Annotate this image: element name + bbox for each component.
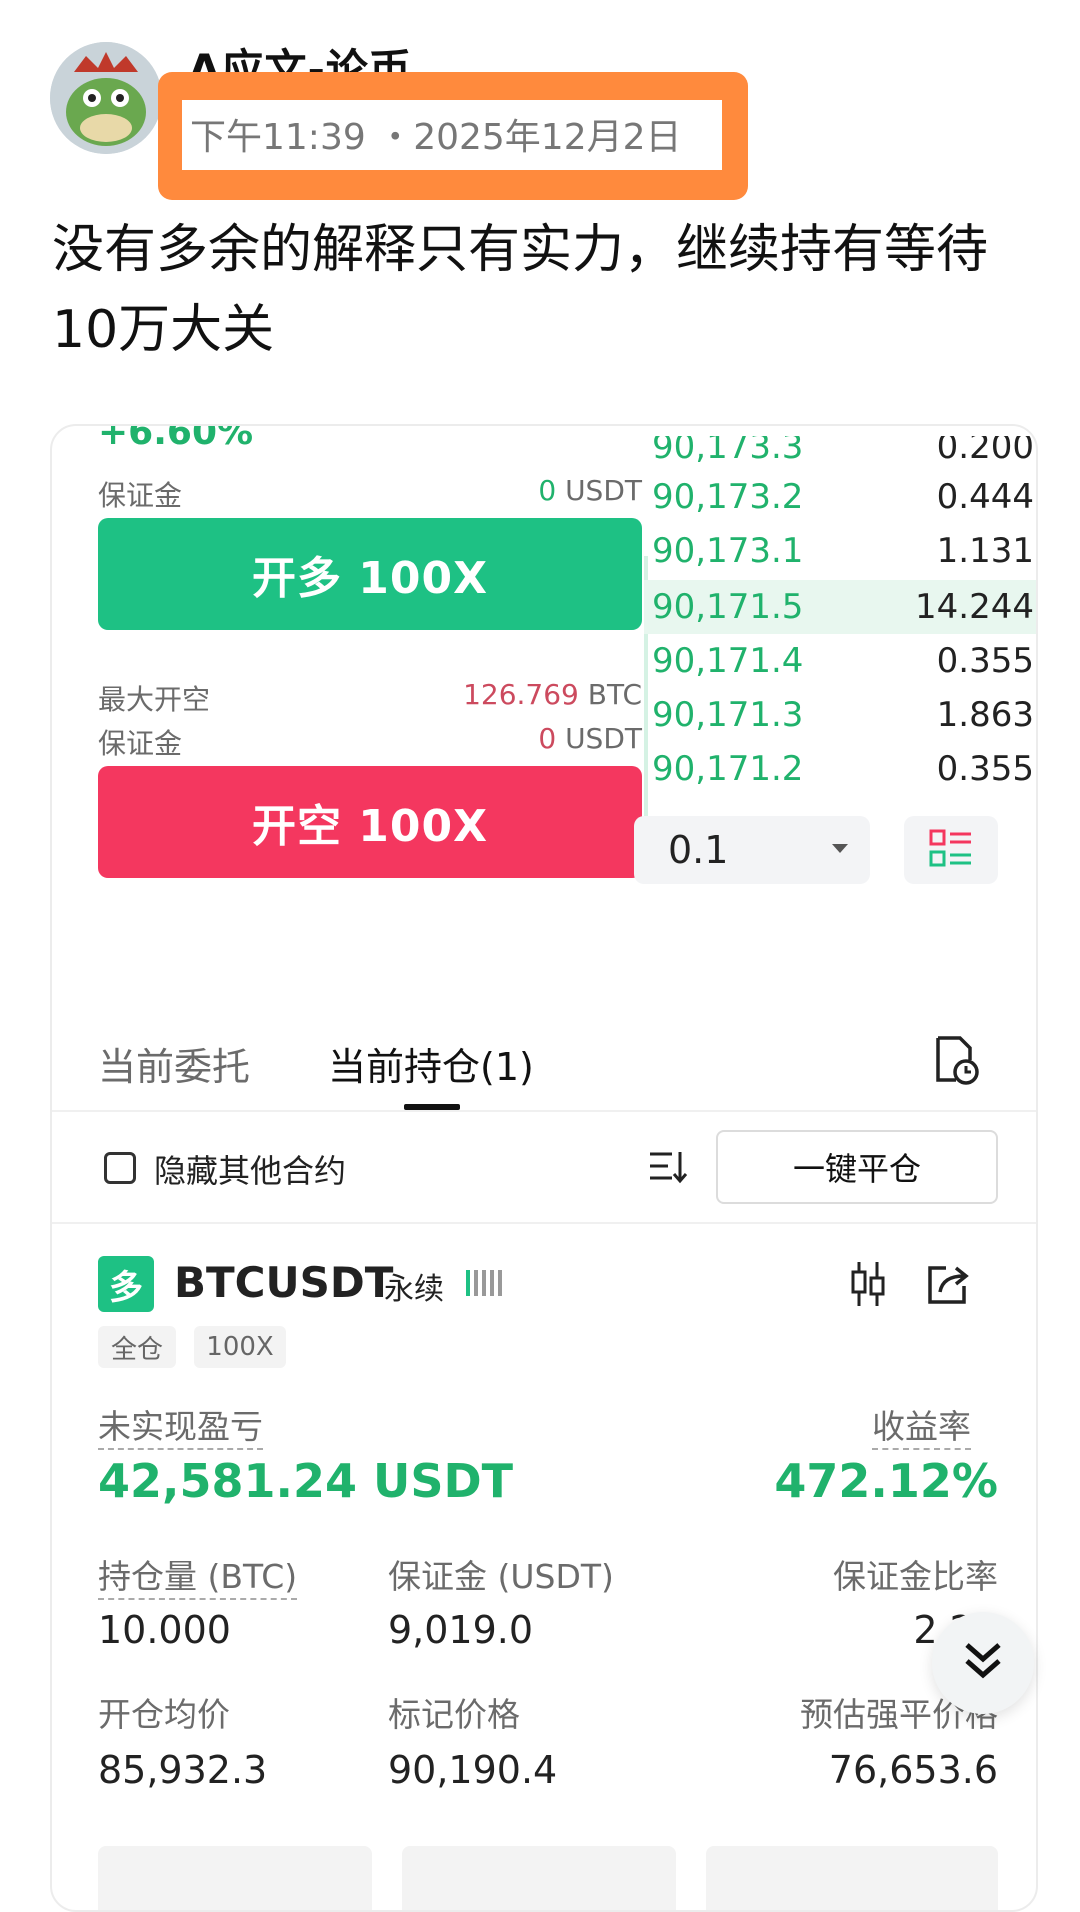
orderbook-row[interactable]: 90,171.3 1.863 <box>644 688 1036 742</box>
roi-label[interactable]: 收益率 <box>872 1400 971 1450</box>
mark-price-label: 标记价格 <box>388 1695 520 1734</box>
entry-price-value: 85,932.3 <box>98 1748 268 1792</box>
depth-select-value: 0.1 <box>668 828 729 872</box>
trade-screenshot-card: +6.60% 保证金 0 USDT 开多 100X 最大开空 126.769 B… <box>50 424 1038 1912</box>
long-margin-value: 0 USDT <box>538 474 642 507</box>
orderbook-layout-button[interactable] <box>904 816 998 884</box>
price-change: +6.60% <box>98 424 254 453</box>
position-size-label[interactable]: 持仓量 (BTC) <box>98 1550 298 1600</box>
signal-bars-icon <box>464 1268 504 1304</box>
long-margin-label: 保证金 <box>98 479 183 512</box>
grid-list-icon <box>929 828 973 872</box>
long-badge: 多 <box>98 1256 154 1312</box>
short-margin-label: 保证金 <box>98 727 183 760</box>
share-icon[interactable] <box>926 1262 970 1310</box>
margin-mode-chip: 全仓 <box>98 1326 176 1368</box>
chevron-down-icon <box>830 841 850 860</box>
position-action-button[interactable] <box>402 1846 676 1910</box>
unrealized-pnl-value: 42,581.24 USDT <box>98 1454 514 1508</box>
post-timestamp: 下午11:39 ・2025年12月2日 <box>190 117 682 158</box>
post-text: 没有多余的解释只有实力，继续持有等待10万大关 <box>52 220 989 360</box>
orderbook-mask <box>644 426 1036 436</box>
margin-value: 9,019.0 <box>388 1608 534 1652</box>
leverage-chip: 100X <box>194 1326 286 1368</box>
sort-icon[interactable] <box>648 1148 688 1188</box>
divider <box>52 1110 1036 1112</box>
contract-type: 永续 <box>384 1272 444 1307</box>
avatar[interactable] <box>50 42 162 154</box>
liquidation-price-value: 76,653.6 <box>828 1748 998 1792</box>
margin-label: 保证金 (USDT) <box>388 1557 614 1596</box>
max-short-value: 126.769 BTC <box>463 678 642 711</box>
open-short-button[interactable]: 开空 100X <box>98 766 642 878</box>
roi-value: 472.12% <box>774 1454 998 1508</box>
unrealized-pnl-label[interactable]: 未实现盈亏 <box>98 1400 263 1450</box>
position-symbol[interactable]: BTCUSDT <box>174 1258 393 1307</box>
position-action-button[interactable] <box>98 1846 372 1910</box>
position-size-value: 10.000 <box>98 1608 231 1652</box>
close-all-button[interactable]: 一键平仓 <box>716 1130 998 1204</box>
tab-current-orders[interactable]: 当前委托 <box>98 1036 250 1091</box>
orderbook-row[interactable]: 90,171.2 0.355 <box>644 742 1036 796</box>
clock-doc-icon[interactable] <box>932 1034 980 1090</box>
checkbox-icon[interactable] <box>104 1152 136 1184</box>
hide-other-contracts-label[interactable]: 隐藏其他合约 <box>154 1146 346 1192</box>
scroll-down-button[interactable] <box>932 1612 1034 1714</box>
orderbook-row[interactable]: 90,173.2 0.444 <box>644 470 1036 524</box>
tab-current-positions[interactable]: 当前持仓(1) <box>328 1036 534 1091</box>
orderbook-row[interactable]: 90,173.1 1.131 <box>644 524 1036 578</box>
mark-price-value: 90,190.4 <box>388 1748 558 1792</box>
depth-select[interactable]: 0.1 <box>634 816 870 884</box>
divider <box>52 1222 1036 1224</box>
entry-price-label: 开仓均价 <box>98 1695 230 1734</box>
position-action-button[interactable] <box>706 1846 998 1910</box>
max-short-label: 最大开空 <box>98 683 211 716</box>
orderbook-row[interactable]: 90,171.4 0.355 <box>644 634 1036 688</box>
double-chevron-down-icon <box>961 1639 1005 1687</box>
short-margin-value: 0 USDT <box>538 722 642 755</box>
candlestick-icon[interactable] <box>850 1260 886 1312</box>
open-long-button[interactable]: 开多 100X <box>98 518 642 630</box>
orderbook-row[interactable]: 90,171.5 14.244 <box>644 580 1036 634</box>
margin-ratio-label: 保证金比率 <box>833 1557 998 1596</box>
